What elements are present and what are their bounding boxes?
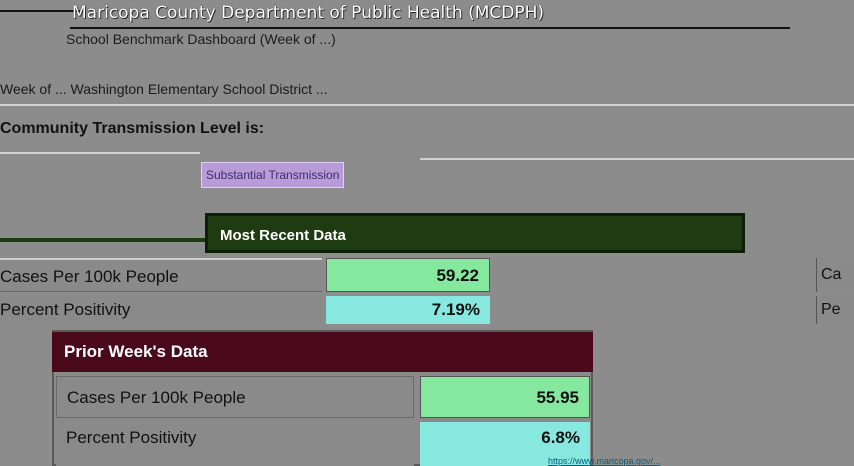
prior-week-heading: Prior Week's Data [52, 332, 593, 372]
current-cases-label-text: Cases Per 100k People [0, 267, 179, 286]
header-rule [70, 27, 790, 29]
divider [420, 158, 854, 160]
right-panel-positivity-label: Pe [816, 296, 854, 324]
current-cases-label: Cases Per 100k People [0, 258, 322, 292]
panel-edge [0, 238, 205, 242]
week-district-line: Week of ... Washington Elementary School… [0, 81, 328, 97]
source-link[interactable]: https://www.maricopa.gov/... [548, 456, 838, 466]
divider [0, 152, 200, 154]
page-subtitle: School Benchmark Dashboard (Week of ...) [66, 31, 336, 47]
current-positivity-value: 7.19% [326, 296, 490, 324]
current-positivity-label: Percent Positivity [0, 296, 322, 324]
prior-cases-label: Cases Per 100k People [56, 376, 414, 418]
right-panel-cases-label: Ca [816, 258, 854, 292]
divider [0, 104, 854, 106]
current-cases-value: 59.22 [326, 258, 490, 292]
prior-positivity-label: Percent Positivity [56, 422, 414, 466]
prior-cases-value: 55.95 [420, 376, 590, 418]
community-transmission-label: Community Transmission Level is: [0, 120, 265, 137]
header-rule-left [0, 10, 80, 12]
transmission-level-badge: Substantial Transmission [201, 162, 345, 188]
page-title: Maricopa County Department of Public Hea… [72, 3, 545, 23]
current-week-heading: Most Recent Data [205, 213, 745, 253]
current-positivity-label-text: Percent Positivity [0, 300, 131, 319]
